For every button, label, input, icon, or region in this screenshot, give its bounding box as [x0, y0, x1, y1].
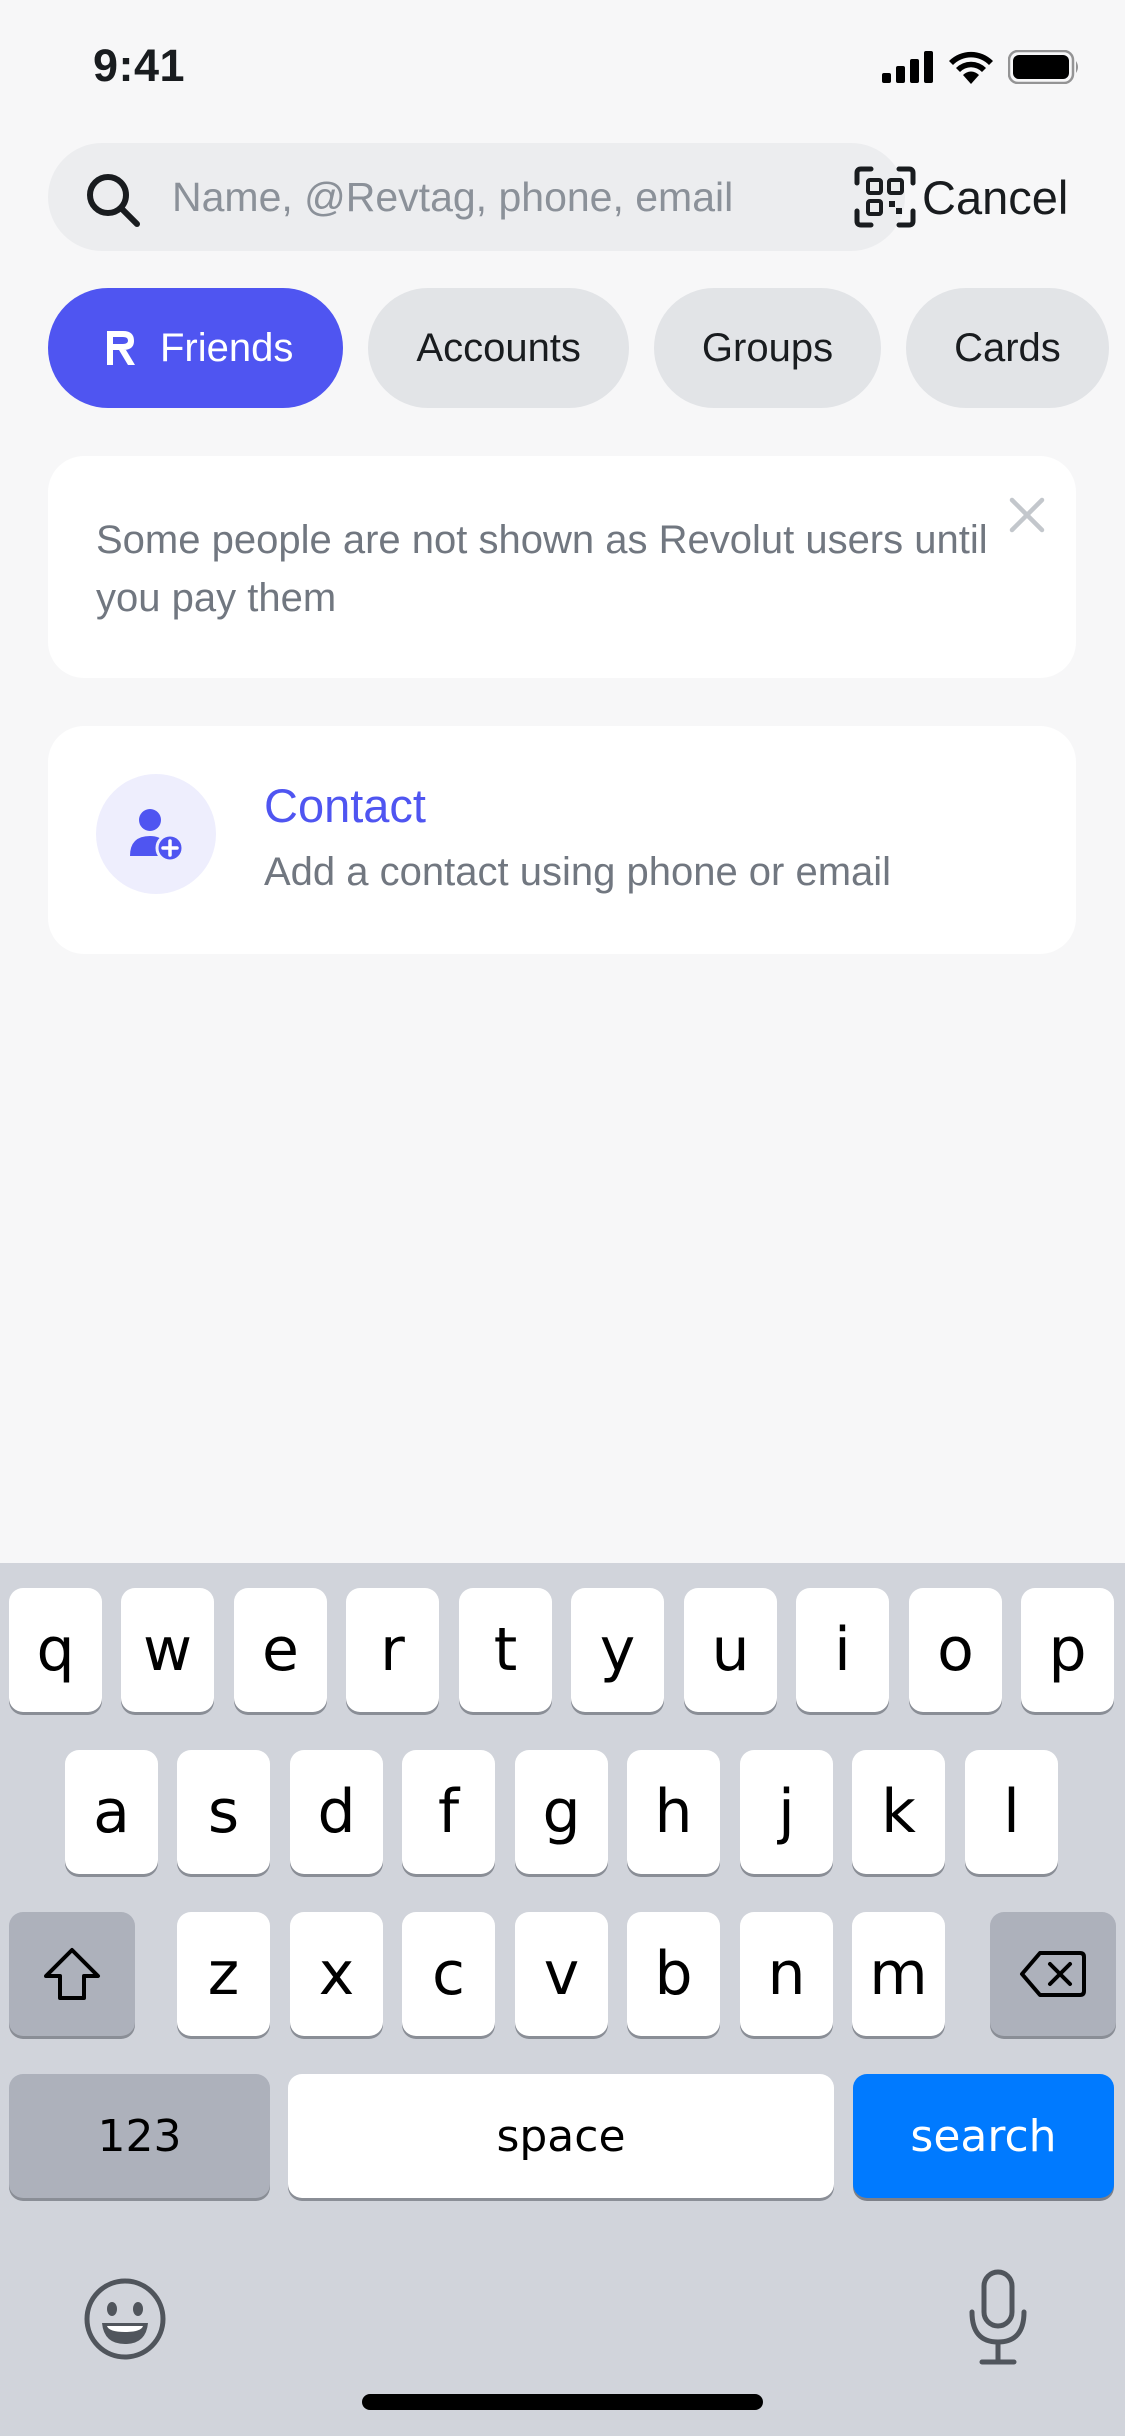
tab-label: Cards: [954, 325, 1061, 370]
qr-code-icon[interactable]: [853, 165, 917, 229]
contact-title: Contact: [264, 779, 426, 832]
key-z[interactable]: z: [177, 1912, 270, 2036]
key-h[interactable]: h: [627, 1750, 720, 1874]
tab-friends[interactable]: Friends: [48, 288, 344, 408]
cancel-button[interactable]: Cancel: [922, 169, 1068, 225]
info-banner-text: Some people are not shown as Revolut use…: [96, 518, 988, 620]
key-n[interactable]: n: [740, 1912, 833, 2036]
key-w[interactable]: w: [121, 1588, 214, 1712]
tab-groups[interactable]: Groups: [653, 288, 882, 408]
close-icon[interactable]: [1004, 492, 1050, 538]
tab-label: Accounts: [416, 325, 581, 370]
emoji-icon[interactable]: [82, 2276, 168, 2362]
battery-icon: [1008, 50, 1078, 84]
search-row: Cancel: [0, 143, 1125, 253]
search-icon: [87, 174, 140, 227]
tab-label: Friends: [160, 325, 294, 370]
key-y[interactable]: y: [571, 1588, 664, 1712]
add-contact-icon: [130, 809, 185, 863]
key-r[interactable]: r: [346, 1588, 439, 1712]
backspace-icon: [1020, 1951, 1086, 1997]
search-input[interactable]: [172, 143, 822, 251]
add-contact-item[interactable]: Contact Add a contact using phone or ema…: [48, 726, 1076, 954]
tab-label: Groups: [701, 325, 834, 370]
key-j[interactable]: j: [740, 1750, 833, 1874]
revolut-r-icon: [107, 331, 135, 365]
key-u[interactable]: u: [684, 1588, 777, 1712]
key-o[interactable]: o: [909, 1588, 1002, 1712]
key-s[interactable]: s: [177, 1750, 270, 1874]
shift-key[interactable]: [9, 1912, 135, 2036]
home-indicator: [362, 2394, 763, 2410]
microphone-icon[interactable]: [966, 2268, 1030, 2368]
key-l[interactable]: l: [965, 1750, 1058, 1874]
wifi-icon: [949, 51, 993, 84]
key-e[interactable]: e: [234, 1588, 327, 1712]
status-time: 9:41: [93, 40, 186, 91]
tab-cards[interactable]: Cards: [906, 288, 1109, 408]
backspace-key[interactable]: [990, 1912, 1116, 2036]
filter-tabs: Friends Accounts Groups Cards: [48, 288, 1125, 408]
info-banner: Some people are not shown as Revolut use…: [48, 456, 1076, 678]
key-i[interactable]: i: [796, 1588, 889, 1712]
key-t[interactable]: t: [459, 1588, 552, 1712]
search-field[interactable]: [48, 143, 916, 251]
key-a[interactable]: a: [65, 1750, 158, 1874]
signal-icon: [882, 51, 933, 83]
key-g[interactable]: g: [515, 1750, 608, 1874]
key-k[interactable]: k: [852, 1750, 945, 1874]
shift-icon: [44, 1948, 100, 2000]
key-b[interactable]: b: [627, 1912, 720, 2036]
key-c[interactable]: c: [402, 1912, 495, 2036]
key-d[interactable]: d: [290, 1750, 383, 1874]
key-f[interactable]: f: [402, 1750, 495, 1874]
space-key[interactable]: space: [288, 2074, 834, 2198]
numbers-key[interactable]: 123: [9, 2074, 270, 2198]
tab-accounts[interactable]: Accounts: [368, 288, 629, 408]
key-v[interactable]: v: [515, 1912, 608, 2036]
contact-subtitle: Add a contact using phone or email: [264, 850, 892, 894]
status-bar: 9:41: [0, 0, 1125, 135]
key-m[interactable]: m: [852, 1912, 945, 2036]
key-x[interactable]: x: [290, 1912, 383, 2036]
search-key[interactable]: search: [853, 2074, 1114, 2198]
status-icons: [882, 50, 1080, 84]
key-q[interactable]: q: [9, 1588, 102, 1712]
contact-avatar: [96, 774, 216, 894]
keyboard: q w e r t y u i o p a s d f g h j k l z …: [0, 1563, 1125, 2436]
key-p[interactable]: p: [1021, 1588, 1114, 1712]
